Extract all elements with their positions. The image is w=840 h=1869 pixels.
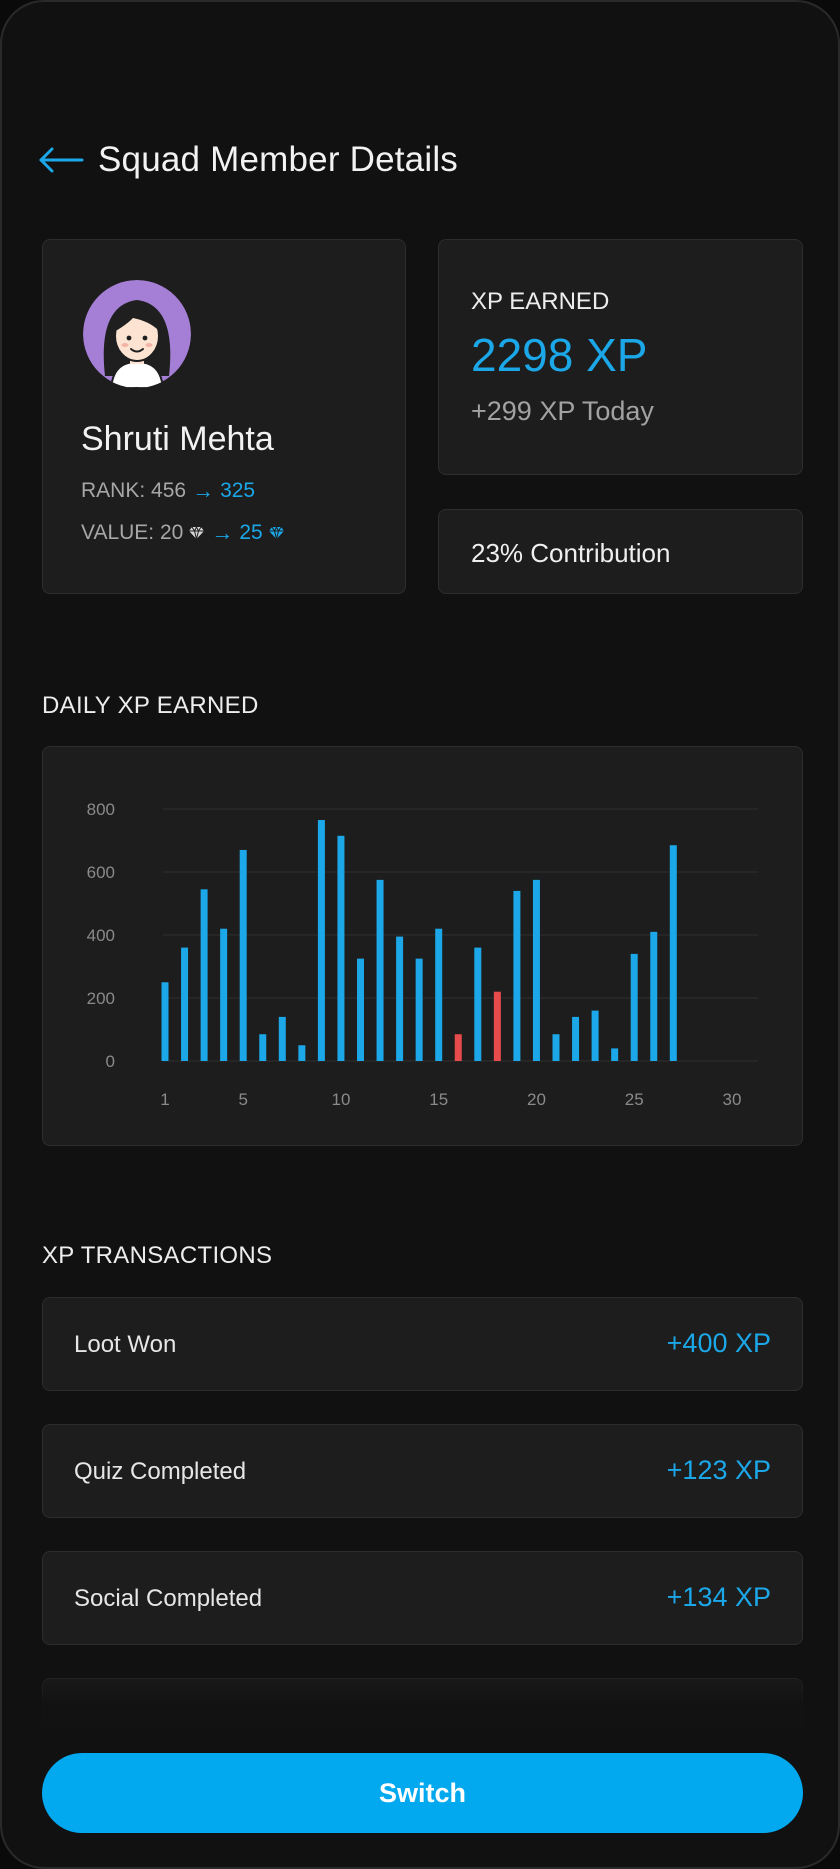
chart-bar — [630, 953, 638, 1061]
value-new: 25 — [239, 521, 263, 544]
chart-x-tick-label: 5 — [238, 1090, 247, 1109]
chart-bar — [220, 928, 228, 1061]
chart-x-tick-label: 30 — [722, 1090, 741, 1109]
value-stat: VALUE: 20 → 25 — [81, 520, 285, 546]
chart-bar — [259, 1034, 267, 1061]
chart-bar — [396, 936, 404, 1061]
chart-bar — [200, 889, 208, 1061]
chart-bar — [650, 931, 658, 1061]
rank-stat: RANK: 456 → 325 — [81, 478, 255, 504]
chart-x-tick-label: 1 — [160, 1090, 169, 1109]
chart-bar — [591, 1010, 599, 1061]
chart-bar — [611, 1048, 619, 1061]
transaction-row[interactable]: Social Completed +134 XP — [42, 1551, 803, 1645]
xp-transactions-title: XP TRANSACTIONS — [42, 1242, 273, 1269]
contribution-text: 23% Contribution — [471, 538, 671, 568]
chart-bar — [474, 947, 482, 1061]
chart-y-tick-label: 200 — [87, 989, 115, 1008]
chart-bar — [532, 879, 540, 1061]
chart-y-tick-label: 400 — [87, 926, 115, 945]
rank-label: RANK: 456 — [81, 479, 187, 502]
transaction-row[interactable]: Quiz Completed +123 XP — [42, 1424, 803, 1518]
chart-bar-highlighted — [454, 1034, 462, 1061]
header: Squad Member Details — [38, 140, 458, 180]
diamond-icon — [189, 526, 205, 540]
chart-bar — [415, 958, 423, 1061]
transaction-amount: +123 XP — [666, 1455, 771, 1485]
contribution-card: 23% Contribution — [438, 509, 803, 594]
profile-card: Shruti Mehta RANK: 456 → 325 VALUE: 20 →… — [42, 239, 406, 594]
transaction-row[interactable]: Loot Won +400 XP — [42, 1297, 803, 1391]
arrow-right-icon: → — [211, 520, 234, 545]
chart-y-tick-label: 600 — [87, 863, 115, 882]
transaction-amount: +134 XP — [666, 1582, 771, 1612]
chart-bar-highlighted — [493, 991, 501, 1061]
daily-xp-chart-svg: 02004006008001 5 10 15 20 25 30 — [87, 800, 758, 1109]
xp-today: +299 XP Today — [471, 396, 654, 426]
transaction-label: Quiz Completed — [74, 1458, 247, 1485]
chart-bar — [357, 958, 364, 1061]
chart-y-tick-label: 800 — [87, 800, 115, 819]
rank-new: 325 — [220, 479, 256, 502]
chart-bar — [572, 1016, 580, 1061]
chart-bar — [181, 947, 189, 1061]
daily-xp-title: DAILY XP EARNED — [42, 692, 259, 719]
chart-y-tick-label: 0 — [106, 1052, 115, 1071]
page-title: Squad Member Details — [98, 140, 458, 179]
member-name: Shruti Mehta — [81, 420, 274, 458]
chart-bar — [317, 820, 325, 1061]
transaction-label: Social Completed — [74, 1585, 263, 1612]
chart-bar — [669, 845, 677, 1061]
transaction-label: Loot Won — [74, 1331, 177, 1358]
xp-earned-card: XP EARNED 2298 XP +299 XP Today — [438, 239, 803, 475]
arrow-right-icon: → — [192, 478, 215, 503]
transaction-amount: +400 XP — [666, 1328, 771, 1358]
chart-bar — [337, 835, 345, 1061]
chart-bar — [376, 879, 384, 1061]
chart-bar — [298, 1045, 306, 1061]
chart-x-tick-label: 25 — [625, 1090, 644, 1109]
daily-xp-chart: 0 200 400 600 800 1 5 10 15 20 25 30 — [42, 746, 803, 1146]
value-label: VALUE: 20 — [81, 521, 184, 544]
diamond-icon — [268, 526, 284, 540]
chart-x-tick-label: 20 — [527, 1090, 546, 1109]
phone-frame: Squad Member Details Shruti Mehta RANK: … — [0, 0, 840, 1869]
arrow-left-icon[interactable] — [38, 147, 84, 173]
chart-x-tick-label: 10 — [331, 1090, 350, 1109]
chart-bar — [552, 1034, 560, 1061]
chart-bar — [161, 982, 169, 1061]
chart-bar — [239, 849, 247, 1061]
xp-earned-label: XP EARNED — [471, 288, 610, 315]
switch-button[interactable]: Switch — [42, 1753, 803, 1833]
chart-bar — [513, 890, 521, 1061]
chart-x-tick-label: 15 — [429, 1090, 448, 1109]
chart-bar — [435, 928, 443, 1061]
xp-earned-value: 2298 XP — [471, 329, 648, 381]
avatar-girl-icon — [83, 280, 191, 388]
chart-bar — [278, 1016, 286, 1061]
